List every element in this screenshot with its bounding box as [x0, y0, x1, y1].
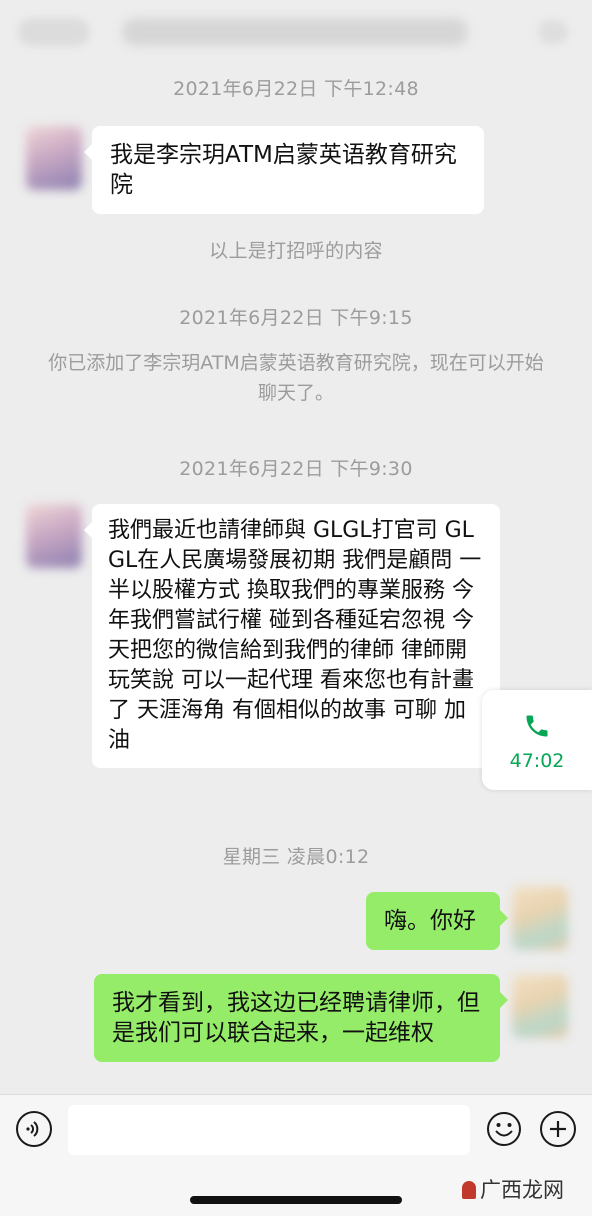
chat-header — [0, 0, 592, 64]
timestamp: 星期三 凌晨0:12 — [222, 846, 370, 868]
message-bubble-incoming[interactable]: 我們最近也請律師與 GLGL打官司 GLGL在人民廣場發展初期 我們是顧問 一半… — [84, 504, 500, 768]
phone-icon — [526, 715, 548, 737]
timestamp: 2021年6月22日 下午9:15 — [179, 307, 413, 329]
home-indicator[interactable] — [190, 1196, 402, 1204]
more-options-button[interactable] — [538, 20, 568, 44]
more-actions-button[interactable] — [540, 1111, 576, 1147]
timestamp: 2021年6月22日 下午12:48 — [173, 78, 419, 100]
floating-call-window[interactable]: 47:02 — [482, 690, 592, 790]
voice-input-button[interactable] — [16, 1111, 52, 1147]
watermark-logo-icon — [462, 1181, 476, 1199]
message-bubble-outgoing[interactable]: 嗨。你好 — [366, 892, 508, 950]
timestamp: 2021年6月22日 下午9:30 — [179, 458, 413, 480]
chat-title-redacted — [122, 18, 468, 46]
system-note-added-contact: 你已添加了李宗玥ATM启蒙英语教育研究院，现在可以开始聊天了。 — [48, 352, 544, 404]
call-duration: 47:02 — [509, 750, 565, 772]
voice-icon — [26, 1121, 39, 1137]
emoji-button[interactable] — [486, 1111, 522, 1147]
message-bubble-outgoing[interactable]: 我才看到，我这边已经聘请律师，但是我们可以联合起来，一起维权 — [94, 974, 508, 1062]
message-input[interactable] — [68, 1105, 470, 1155]
my-avatar[interactable] — [512, 974, 568, 1038]
contact-avatar[interactable] — [26, 126, 82, 190]
plus-icon — [550, 1121, 566, 1137]
watermark-text: 广西龙网 — [480, 1178, 564, 1202]
message-bubble-incoming[interactable]: 我是李宗玥ATM启蒙英语教育研究院 — [84, 126, 484, 214]
emoji-icon — [487, 1112, 521, 1146]
my-avatar[interactable] — [512, 886, 568, 950]
back-button[interactable] — [18, 18, 90, 46]
watermark: 广西龙网 — [462, 1174, 564, 1204]
system-note-greeting: 以上是打招呼的内容 — [209, 240, 383, 262]
contact-avatar[interactable] — [26, 504, 82, 568]
